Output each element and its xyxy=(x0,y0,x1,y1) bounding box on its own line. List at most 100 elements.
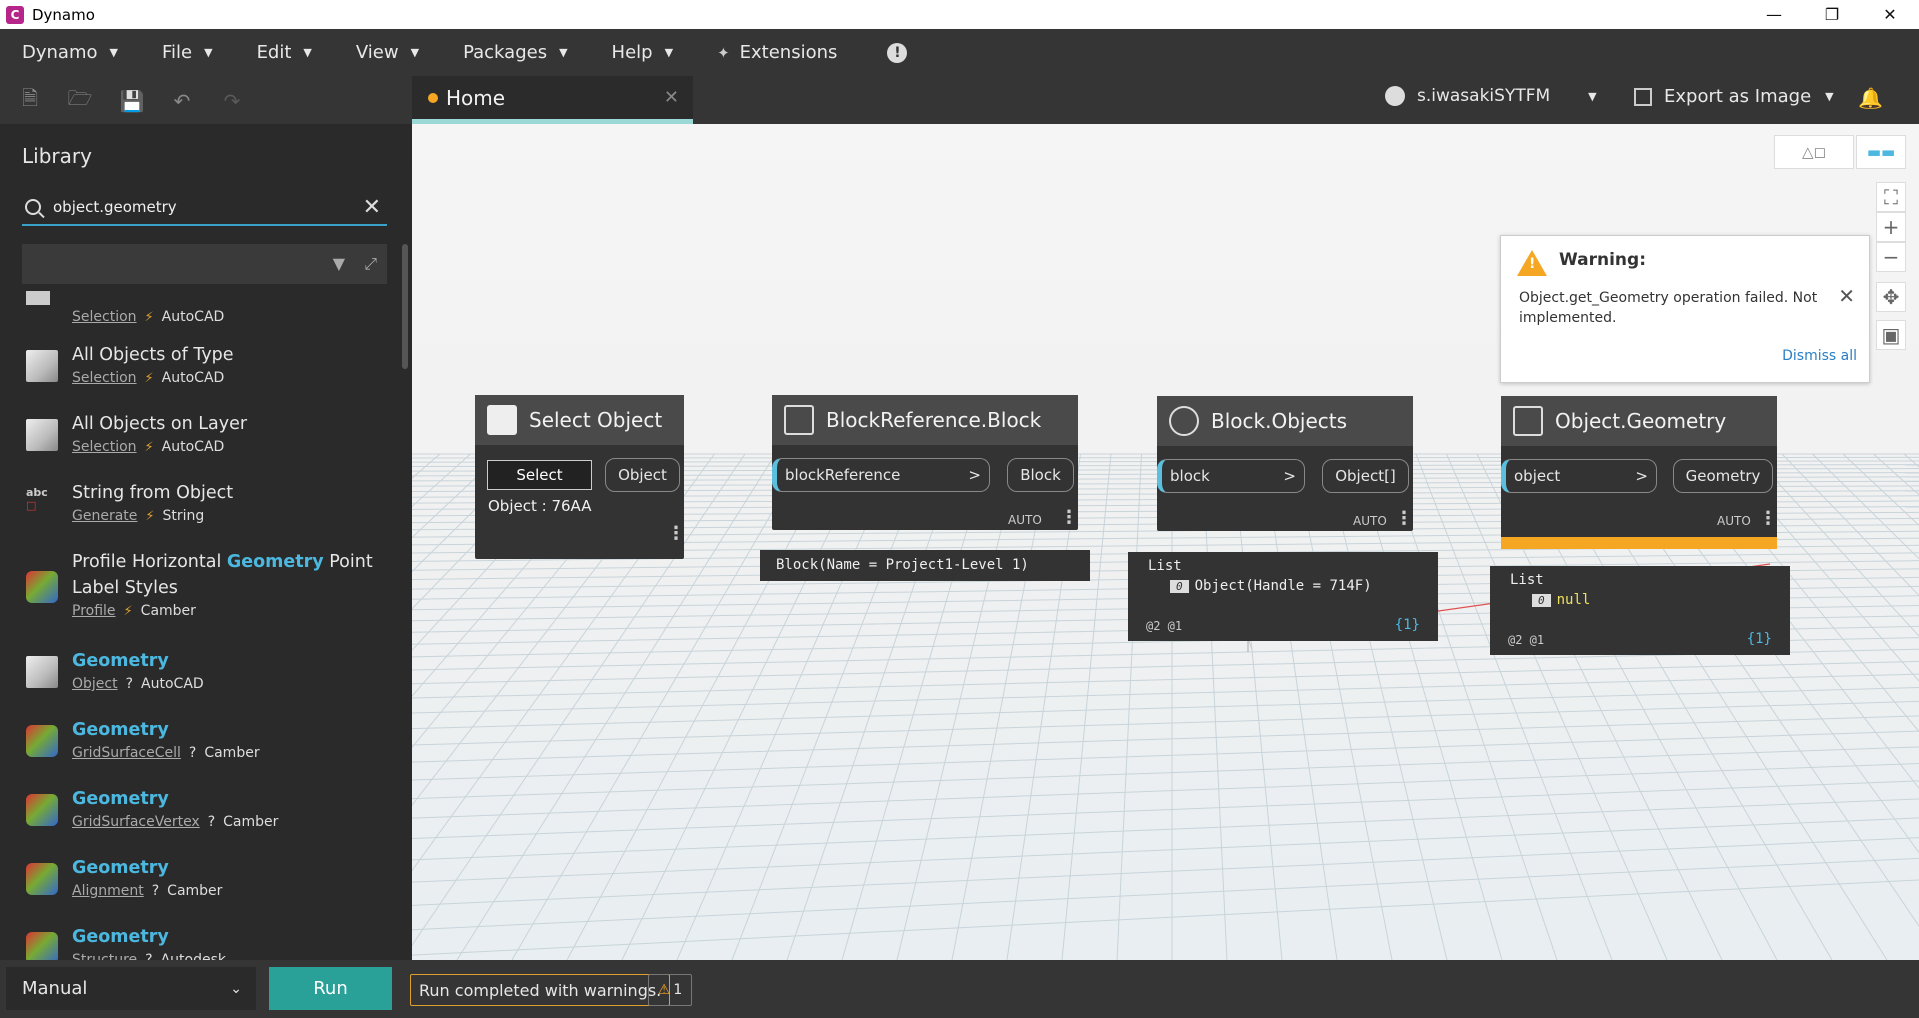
query-icon: ? xyxy=(207,814,216,830)
warning-message: Object.get_Geometry operation failed. No… xyxy=(1519,290,1818,326)
lacing-label[interactable]: AUTO xyxy=(1008,513,1042,527)
dismiss-all-link[interactable]: Dismiss all xyxy=(1782,348,1857,364)
geometry-view-toggle-icon[interactable]: △◻ xyxy=(1774,135,1854,169)
item-name: All Objects of Type xyxy=(72,345,234,365)
menu-extensions[interactable]: ✦ Extensions xyxy=(717,42,837,63)
item-meta: Profile ⚡ Camber xyxy=(72,603,196,619)
warning-count: 1 xyxy=(673,982,683,998)
output-port-object[interactable]: Object xyxy=(605,458,680,492)
warning-count-badge[interactable]: ⚠ 1 xyxy=(648,974,692,1006)
port-arrow-icon: > xyxy=(968,466,981,484)
zoom-fit-icon[interactable]: ⛶ xyxy=(1876,182,1906,212)
tab-home-label: Home xyxy=(446,85,506,110)
caret-down-icon: ▼ xyxy=(1825,90,1834,103)
close-window-icon[interactable]: ✕ xyxy=(1861,0,1919,29)
lacing-label[interactable]: AUTO xyxy=(1353,514,1387,528)
preview-levels: @2 @1 xyxy=(1508,633,1545,647)
node-block-objects[interactable]: Block.Objects block > Object[] AUTO ⋮ xyxy=(1157,396,1413,531)
preview-index: 0 xyxy=(1532,594,1551,607)
list-item[interactable]: Geometry Object? AutoCAD xyxy=(0,644,400,704)
run-mode-select[interactable]: Manual ⌄ xyxy=(6,967,256,1010)
menu-help[interactable]: Help ▼ xyxy=(612,42,674,63)
item-meta: Selection ⚡ AutoCAD xyxy=(72,439,224,455)
library-scrollbar[interactable] xyxy=(402,244,408,369)
item-meta: GridSurfaceCell? Camber xyxy=(72,745,260,761)
zoom-in-icon[interactable]: + xyxy=(1876,212,1906,242)
close-warning-icon[interactable]: ✕ xyxy=(1838,284,1855,308)
input-port-block[interactable]: block > xyxy=(1157,459,1305,493)
filter-icon[interactable]: ▼ xyxy=(333,254,345,273)
menu-view[interactable]: View ▼ xyxy=(356,42,419,63)
node-select-object[interactable]: Select Object Select Object Object : 76A… xyxy=(475,395,685,559)
menu-packages[interactable]: Packages ▼ xyxy=(463,42,567,63)
list-item[interactable]: All Objects of Type Selection ⚡ AutoCAD xyxy=(0,338,400,398)
node-menu-icon[interactable]: ⋮ xyxy=(1060,507,1078,528)
input-port-object[interactable]: object > xyxy=(1501,459,1657,493)
layer-cube-icon xyxy=(26,419,58,451)
run-button[interactable]: Run xyxy=(269,967,392,1010)
list-item[interactable]: All Objects on Layer Selection ⚡ AutoCAD xyxy=(0,407,400,467)
preview-index: 0 xyxy=(1170,580,1189,593)
input-port-blockreference[interactable]: blockReference > xyxy=(772,458,990,492)
graph-view-toggle-icon[interactable]: ▬▬ xyxy=(1856,135,1906,169)
list-item[interactable]: Geometry Structure? Autodesk xyxy=(0,920,400,960)
library-title: Library xyxy=(22,144,92,168)
civil3d-icon xyxy=(26,725,58,757)
clear-search-icon[interactable]: ✕ xyxy=(363,195,381,220)
minimize-icon[interactable]: — xyxy=(1745,0,1803,29)
filter-bar: ▼ ⤢ xyxy=(22,244,387,284)
item-meta: Generate ⚡ String xyxy=(72,508,204,524)
node-header[interactable]: Object.Geometry xyxy=(1501,396,1777,446)
tab-home[interactable]: Home ✕ xyxy=(412,76,693,124)
list-item[interactable]: Geometry Alignment? Camber xyxy=(0,851,400,911)
node-menu-icon[interactable]: ⋮ xyxy=(667,523,685,544)
node-header[interactable]: Block.Objects xyxy=(1157,396,1413,446)
list-item[interactable]: Geometry GridSurfaceVertex? Camber xyxy=(0,782,400,842)
close-tab-icon[interactable]: ✕ xyxy=(664,87,679,108)
item-package: Camber xyxy=(167,883,223,899)
redo-icon[interactable]: ↷ xyxy=(220,89,244,113)
menu-file-label: File xyxy=(161,42,193,63)
warning-popup: ! Warning: Object.get_Geometry operation… xyxy=(1500,235,1870,383)
query-icon: ? xyxy=(125,676,134,692)
collapse-icon[interactable]: ⤢ xyxy=(364,254,377,274)
new-file-icon[interactable]: 🗎 xyxy=(18,86,42,113)
action-icon: ⚡ xyxy=(144,309,154,325)
output-port-geometry[interactable]: Geometry xyxy=(1673,459,1773,493)
save-icon[interactable]: 💾 xyxy=(120,89,145,113)
node-header[interactable]: Select Object xyxy=(475,395,684,445)
node-menu-icon[interactable]: ⋮ xyxy=(1759,508,1777,529)
export-image-button[interactable]: Export as Image ▼ xyxy=(1634,86,1834,107)
select-button[interactable]: Select xyxy=(487,460,592,490)
lacing-label[interactable]: AUTO xyxy=(1717,514,1751,528)
item-package: Camber xyxy=(140,603,196,619)
orbit-cube-icon[interactable]: ▣ xyxy=(1876,320,1906,350)
user-menu[interactable]: s.iwasakiSYTFM ▼ xyxy=(1385,86,1597,106)
output-port-object-array[interactable]: Object[] xyxy=(1322,459,1409,493)
pan-icon[interactable]: ✥ xyxy=(1876,282,1906,312)
list-item[interactable]: Geometry GridSurfaceCell? Camber xyxy=(0,713,400,773)
output-port-block[interactable]: Block xyxy=(1007,458,1074,492)
undo-icon[interactable]: ↶ xyxy=(170,89,194,113)
restore-icon[interactable]: ❐ xyxy=(1803,0,1861,29)
notification-bell-icon[interactable]: 🔔 xyxy=(1858,86,1883,110)
node-menu-icon[interactable]: ⋮ xyxy=(1395,508,1413,529)
zoom-out-icon[interactable]: − xyxy=(1876,242,1906,272)
list-item[interactable]: Selection ⚡ AutoCAD xyxy=(0,289,400,329)
node-blockreference-block[interactable]: BlockReference.Block blockReference > Blo… xyxy=(772,395,1078,530)
list-item[interactable]: Profile Horizontal Geometry Point Label S… xyxy=(0,545,400,635)
unsaved-dot-icon xyxy=(428,92,438,103)
node-header[interactable]: BlockReference.Block xyxy=(772,395,1078,445)
search-input[interactable] xyxy=(53,198,353,216)
open-folder-icon[interactable]: 🗁 xyxy=(68,86,93,113)
list-item[interactable]: abc □ String from Object Generate ⚡ String xyxy=(0,476,400,536)
civil3d-icon xyxy=(26,932,58,960)
menu-file[interactable]: File ▼ xyxy=(162,42,213,63)
item-category: GridSurfaceVertex xyxy=(72,814,200,830)
node-object-geometry[interactable]: Object.Geometry object > Geometry AUTO ⋮ xyxy=(1501,396,1777,549)
warning-state-bar xyxy=(1501,537,1777,549)
info-icon[interactable]: ! xyxy=(887,42,908,63)
preview-count: {1} xyxy=(1746,631,1772,647)
menu-edit[interactable]: Edit ▼ xyxy=(257,42,312,63)
menu-dynamo[interactable]: Dynamo ▼ xyxy=(22,42,118,63)
